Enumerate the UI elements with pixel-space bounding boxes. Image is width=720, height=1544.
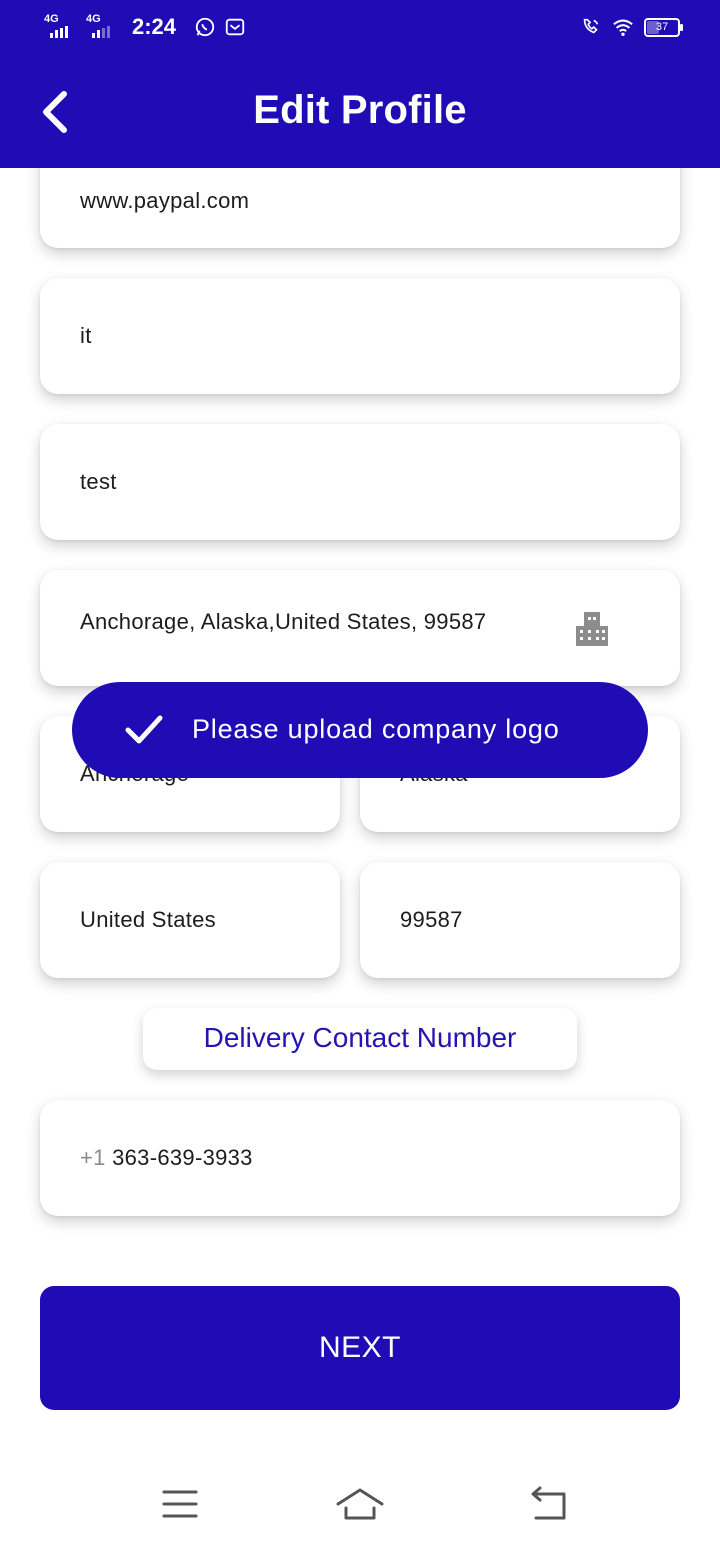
status-bar: 4G 4G 2:24 37 bbox=[0, 0, 720, 58]
menu-icon[interactable] bbox=[152, 1482, 208, 1526]
network-type-2: 4G bbox=[86, 13, 101, 25]
zip-value: 99587 bbox=[400, 907, 463, 932]
back-icon[interactable] bbox=[520, 1482, 576, 1526]
whatsapp-icon bbox=[195, 17, 215, 37]
clock: 2:24 bbox=[132, 14, 177, 39]
address-field[interactable]: Anchorage, Alaska,United States, 99587 bbox=[40, 570, 680, 686]
delivery-section-label: Delivery Contact Number bbox=[143, 1008, 577, 1070]
website-value: www.paypal.com bbox=[80, 188, 250, 213]
page-title: Edit Profile bbox=[253, 88, 467, 132]
wifi-icon bbox=[613, 19, 633, 36]
description-field[interactable]: test bbox=[40, 424, 680, 540]
system-nav-bar bbox=[0, 1460, 720, 1544]
building-icon[interactable] bbox=[574, 610, 610, 646]
phone-field[interactable]: +1 363-639-3933 bbox=[40, 1100, 680, 1216]
country-field[interactable]: United States bbox=[40, 862, 340, 978]
industry-value: it bbox=[80, 323, 92, 348]
home-icon[interactable] bbox=[332, 1482, 388, 1526]
form-scroll-area[interactable]: www.paypal.com it test Anchorage, Alaska… bbox=[0, 168, 720, 1438]
zip-field[interactable]: 99587 bbox=[360, 862, 680, 978]
country-value: United States bbox=[80, 907, 216, 932]
wifi-call-icon bbox=[583, 18, 599, 34]
battery-icon: 37 bbox=[644, 17, 683, 37]
description-value: test bbox=[80, 469, 117, 494]
phone-value: 363-639-3933 bbox=[112, 1145, 253, 1170]
toast-message: Please upload company logo bbox=[72, 682, 648, 778]
battery-level: 37 bbox=[655, 20, 669, 33]
app-bar: Edit Profile bbox=[0, 58, 720, 168]
website-field[interactable]: www.paypal.com bbox=[40, 168, 680, 248]
signal-icon: 4G bbox=[44, 14, 78, 40]
toast-text: Please upload company logo bbox=[192, 714, 560, 744]
country-code[interactable]: +1 bbox=[80, 1145, 106, 1170]
signal-icon: 4G bbox=[86, 14, 120, 40]
network-type-1: 4G bbox=[44, 13, 59, 25]
check-icon bbox=[125, 715, 163, 744]
industry-field[interactable]: it bbox=[40, 278, 680, 394]
address-value: Anchorage, Alaska,United States, 99587 bbox=[80, 609, 487, 634]
mail-icon bbox=[225, 18, 245, 36]
next-button[interactable]: NEXT bbox=[40, 1286, 680, 1410]
